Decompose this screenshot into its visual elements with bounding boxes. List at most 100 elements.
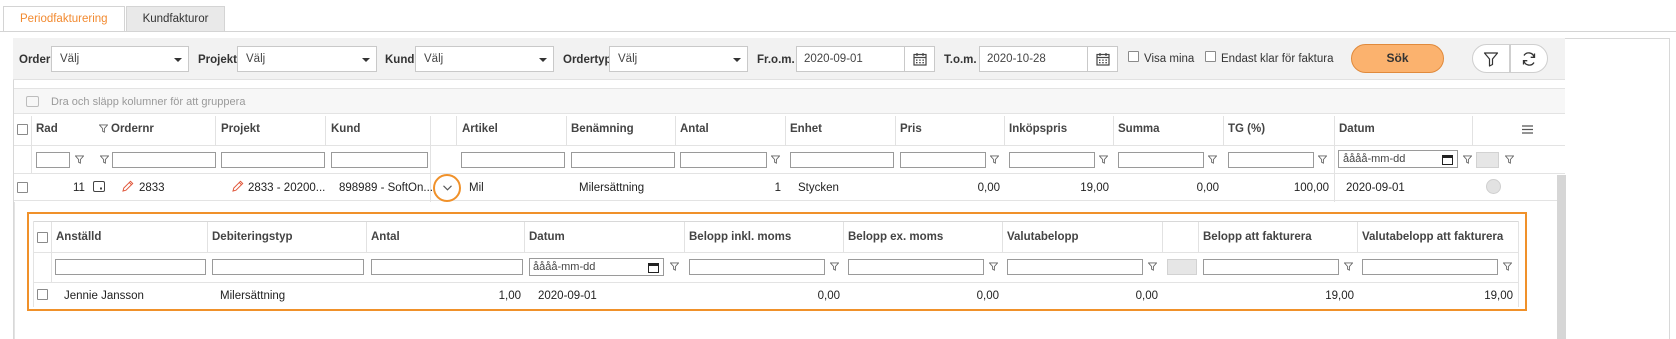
to-date-label: T.o.m. (944, 54, 977, 66)
calendar-icon[interactable] (1087, 47, 1117, 71)
cell-summa: 0,00 (1196, 182, 1219, 194)
detail-select-all-checkbox[interactable] (37, 232, 48, 243)
detail-cell-antal: 1,00 (498, 290, 521, 302)
vertical-scrollbar[interactable] (1557, 175, 1566, 339)
cell-pris: 0,00 (977, 182, 1000, 194)
funnel-icon[interactable] (670, 262, 679, 271)
detail-cell-belopp-ex: 0,00 (976, 290, 999, 302)
detail-row-checkbox[interactable] (37, 289, 48, 300)
funnel-icon[interactable] (830, 262, 839, 271)
detail-filter-belopp-ex[interactable] (848, 259, 984, 275)
filter-toggle-button[interactable] (1472, 44, 1510, 73)
cell-tg: 100,00 (1293, 182, 1329, 194)
only-ready-checkbox[interactable] (1205, 51, 1216, 62)
detail-col-belopp-inkl[interactable]: Belopp inkl. moms (689, 231, 791, 243)
funnel-icon[interactable] (771, 155, 780, 164)
funnel-icon[interactable] (1463, 155, 1472, 164)
funnel-icon[interactable] (99, 124, 108, 133)
detail-status-filter-box[interactable] (1167, 259, 1197, 275)
detail-filter-datum[interactable]: åååå-mm-dd (529, 258, 664, 276)
funnel-icon[interactable] (989, 262, 998, 271)
funnel-icon[interactable] (1344, 262, 1353, 271)
expand-row-button[interactable] (433, 174, 461, 202)
detail-col-datum[interactable]: Datum (529, 231, 565, 243)
filter-tg-input[interactable] (1228, 152, 1314, 168)
table-row[interactable] (14, 175, 1565, 201)
column-divider (895, 116, 896, 146)
detail-filter-antal[interactable] (371, 259, 523, 275)
filter-inkopspris-input[interactable] (1009, 152, 1095, 168)
column-divider (1472, 116, 1473, 146)
funnel-icon[interactable] (1208, 155, 1217, 164)
column-divider (785, 116, 786, 146)
customer-select[interactable]: Välj (415, 46, 554, 72)
from-date-field[interactable]: 2020-09-01 (796, 46, 935, 72)
funnel-icon[interactable] (100, 155, 109, 164)
filter-artikel-input[interactable] (461, 152, 565, 168)
tab-periodfakturering[interactable]: Periodfakturering (3, 6, 125, 32)
filter-projekt-input[interactable] (221, 152, 325, 168)
show-mine-checkbox[interactable] (1128, 51, 1139, 62)
row-checkbox[interactable] (17, 182, 28, 193)
cell-datum: 2020-09-01 (1346, 182, 1405, 194)
note-icon[interactable] (93, 181, 105, 192)
detail-col-belopp-ex[interactable]: Belopp ex. moms (848, 231, 943, 243)
column-divider (524, 222, 525, 252)
detail-filter-belopp-fakt[interactable] (1203, 259, 1339, 275)
detail-col-anstalld[interactable]: Anställd (56, 231, 101, 243)
column-menu-icon[interactable] (1522, 125, 1533, 134)
order-select[interactable]: Välj (51, 46, 189, 72)
from-date-value: 2020-09-01 (804, 53, 863, 65)
detail-cell-anstalld: Jennie Jansson (64, 290, 144, 302)
tab-kundfakturor[interactable]: Kundfakturor (125, 6, 226, 32)
pencil-icon[interactable] (122, 180, 134, 192)
funnel-icon[interactable] (75, 155, 84, 164)
cell-projekt[interactable]: 2833 - 20200... (248, 182, 325, 194)
filter-enhet-input[interactable] (790, 152, 894, 168)
filter-summa-input[interactable] (1118, 152, 1204, 168)
cell-inkopspris: 19,00 (1080, 182, 1109, 194)
detail-filter-belopp-inkl[interactable] (689, 259, 825, 275)
detail-col-debiteringstyp[interactable]: Debiteringstyp (212, 231, 293, 243)
detail-filter-valuta-fakt[interactable] (1362, 259, 1498, 275)
search-button[interactable]: Sök (1351, 44, 1444, 73)
detail-filter-valutabelopp[interactable] (1007, 259, 1143, 275)
ordertype-select[interactable]: Välj (609, 46, 748, 72)
filter-kund-input[interactable] (331, 152, 428, 168)
project-select[interactable]: Välj (237, 46, 377, 72)
filter-benamning-input[interactable] (571, 152, 675, 168)
pencil-icon[interactable] (232, 180, 244, 192)
refresh-button[interactable] (1510, 44, 1548, 73)
calendar-icon[interactable] (648, 262, 659, 273)
funnel-icon[interactable] (1099, 155, 1108, 164)
funnel-icon[interactable] (1318, 155, 1327, 164)
column-divider (1004, 116, 1005, 146)
filter-pris-input[interactable] (900, 152, 986, 168)
to-date-field[interactable]: 2020-10-28 (979, 46, 1118, 72)
funnel-icon[interactable] (1148, 262, 1157, 271)
status-filter-box[interactable] (1476, 152, 1499, 168)
group-drop-area[interactable]: Dra och släpp kolumner för att gruppera (14, 88, 1565, 114)
column-divider (366, 222, 367, 252)
calendar-icon[interactable] (904, 47, 934, 71)
calendar-icon[interactable] (1442, 154, 1453, 165)
filter-rad-input[interactable] (36, 152, 70, 168)
detail-filter-line (33, 282, 1519, 283)
filter-ordernr-input[interactable] (112, 152, 216, 168)
detail-col-valutabelopp[interactable]: Valutabelopp (1007, 231, 1079, 243)
filter-datum-input[interactable]: åååå-mm-dd (1338, 150, 1458, 168)
funnel-icon[interactable] (1505, 155, 1514, 164)
column-divider (1113, 116, 1114, 146)
detail-col-belopp-fakt[interactable]: Belopp att fakturera (1203, 231, 1312, 243)
filter-antal-input[interactable] (680, 152, 767, 168)
detail-filter-anstalld[interactable] (55, 259, 206, 275)
detail-filter-debiteringstyp[interactable] (212, 259, 364, 275)
funnel-icon[interactable] (1503, 262, 1512, 271)
detail-cell-datum: 2020-09-01 (538, 290, 597, 302)
cell-ordernr[interactable]: 2833 (139, 182, 165, 194)
ordertype-select-value: Välj (618, 53, 638, 65)
select-all-checkbox[interactable] (17, 124, 28, 135)
funnel-icon[interactable] (990, 155, 999, 164)
detail-col-antal[interactable]: Antal (371, 231, 400, 243)
detail-col-valuta-fakt[interactable]: Valutabelopp att fakturera (1362, 231, 1503, 243)
